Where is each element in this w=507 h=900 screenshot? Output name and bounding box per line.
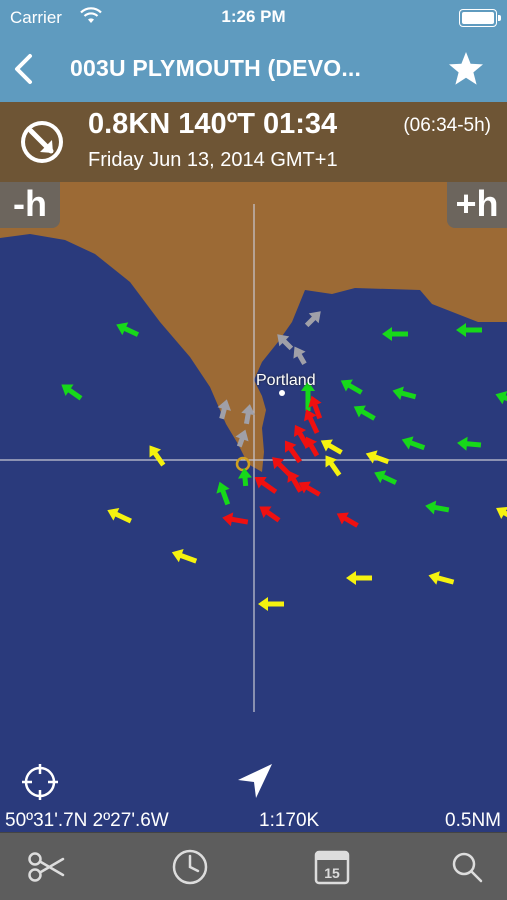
current-arrow [259,506,281,523]
current-arrow [336,512,359,528]
current-arrow [456,323,482,337]
current-arrow [392,386,417,400]
battery-icon [459,9,501,27]
locate-crosshair-icon[interactable] [20,762,60,802]
current-arrow [320,439,343,455]
navigation-arrow-icon[interactable] [234,762,274,802]
current-arrow [495,391,507,405]
status-bar: Carrier 1:26 PM [0,0,507,36]
favorite-star-icon[interactable] [447,50,485,88]
current-arrow [116,322,140,337]
current-arrow [365,450,390,465]
current-arrow [149,445,166,467]
station-title: 003U PLYMOUTH (DEVO... [70,55,362,81]
portland-dot [279,390,285,396]
tab-bar: 15 [0,832,507,900]
current-arrow [107,507,132,524]
map-distance: 0.5NM [445,810,501,831]
calendar-day: 15 [324,865,340,881]
current-arrow [425,500,450,515]
current-arrow [382,327,408,341]
calendar-icon[interactable]: 15 [310,845,354,889]
status-time: 1:26 PM [221,7,286,26]
current-arrow [496,506,507,520]
current-arrow [457,436,482,451]
tidal-current-map[interactable]: -h +h Portland [0,182,507,748]
map-scale: 1:170K [259,810,320,831]
current-arrow [428,571,455,585]
current-arrow [401,436,426,451]
current-arrow [325,455,342,477]
current-info-bar: 0.8KN 140ºT 01:34 (06:34-5h) Friday Jun … [0,102,507,182]
current-arrow [222,512,249,527]
coordinates-readout: 50º31'.7N 2º27'.6W [5,810,169,831]
search-icon[interactable] [445,845,489,889]
current-arrow [353,405,376,421]
current-speed-heading: 0.8KN 140ºT 01:34 [88,108,338,140]
current-arrow [216,481,231,506]
back-chevron-icon[interactable] [8,50,42,88]
current-arrow [254,476,278,494]
current-arrow [374,470,398,485]
scissors-icon[interactable] [25,845,69,889]
current-direction-icon [21,121,63,163]
current-arrow [258,597,284,611]
clock-icon[interactable] [168,845,212,889]
current-arrows [61,311,507,611]
minus-hour-button[interactable]: -h [0,182,60,228]
current-arrow [171,549,198,564]
current-arrow [304,311,321,328]
time-range: (06:34-5h) [403,115,491,136]
plus-hour-button[interactable]: +h [447,182,507,228]
map-canvas [0,182,507,712]
current-arrow [340,379,363,395]
place-label-portland: Portland [256,372,316,389]
map-info-strip: 50º31'.7N 2º27'.6W 1:170K 0.5NM [0,748,507,832]
nav-bar: 003U PLYMOUTH (DEVO... [0,36,507,102]
current-date: Friday Jun 13, 2014 GMT+1 [88,149,338,171]
current-arrow [346,571,372,585]
current-arrow [61,384,83,401]
